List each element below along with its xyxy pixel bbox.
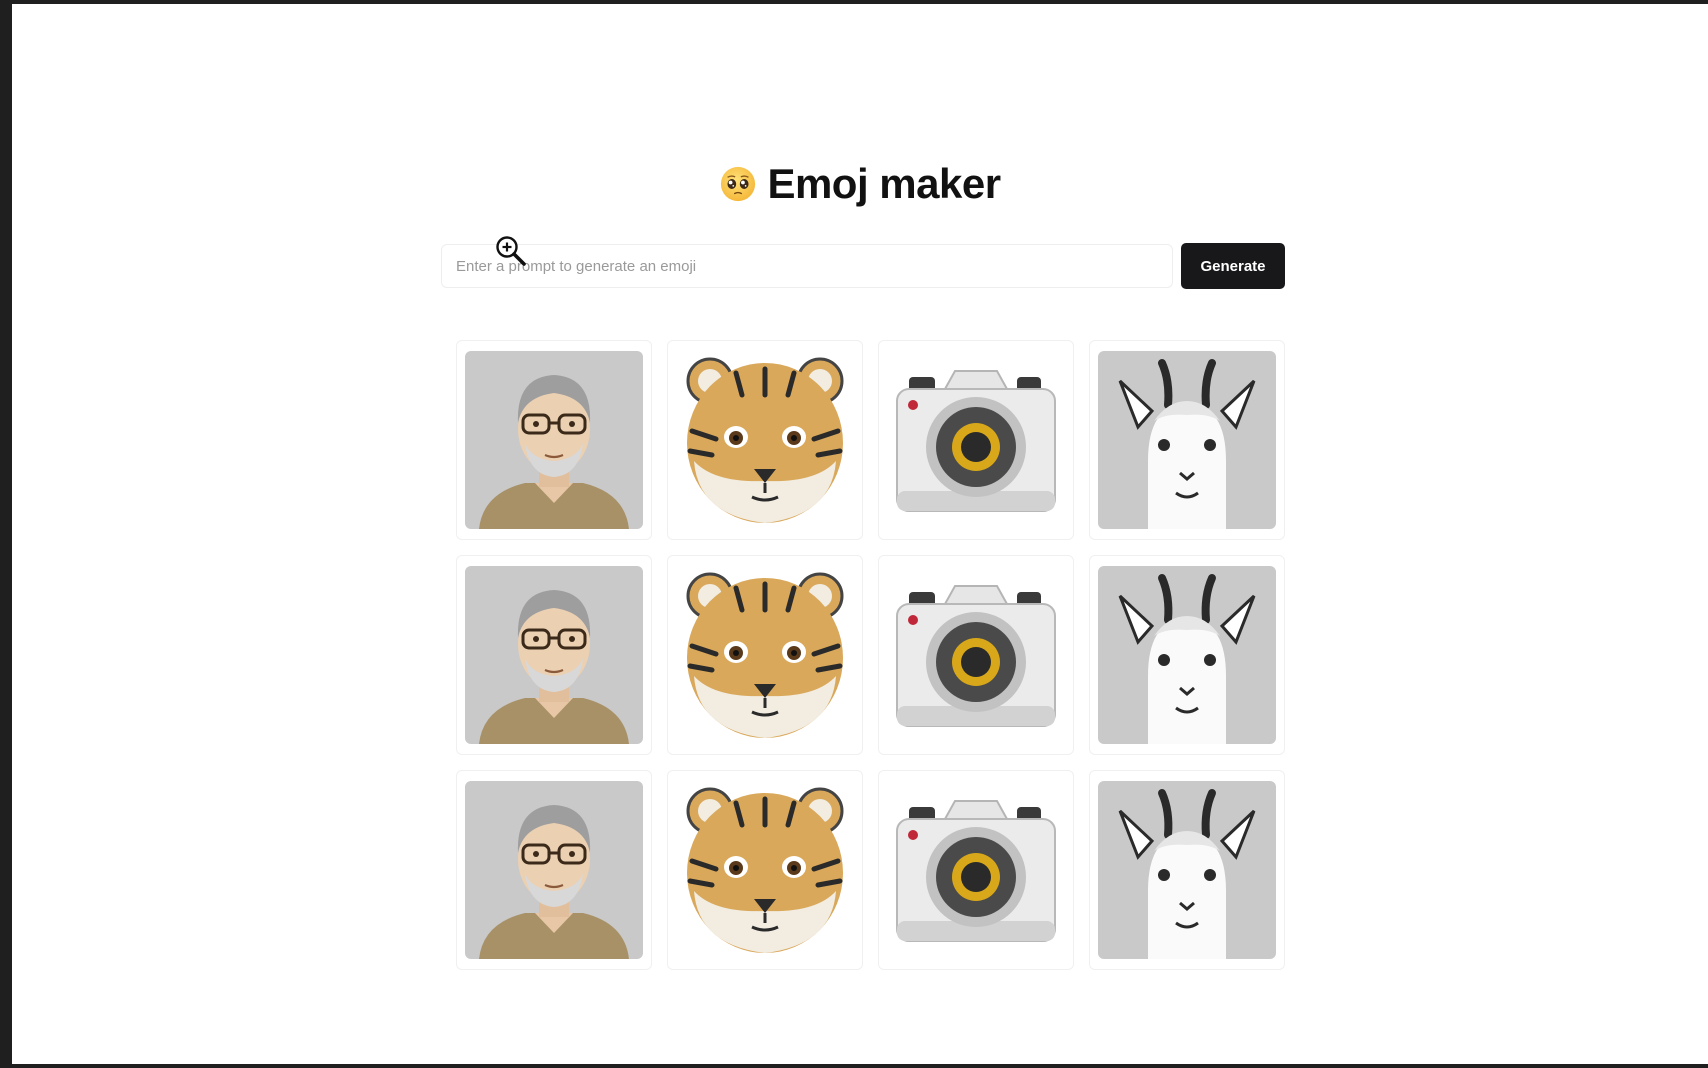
llama-face-emoji [1098, 781, 1276, 959]
emoji-card[interactable] [456, 340, 652, 540]
prompt-form: Generate [441, 242, 1285, 290]
camera-emoji [896, 370, 1056, 512]
man-with-glasses-emoji [465, 351, 643, 529]
emoji-card[interactable] [667, 770, 863, 970]
tiger-face-emoji [686, 787, 844, 953]
emoji-card[interactable] [1089, 770, 1285, 970]
man-with-glasses-emoji [465, 566, 643, 744]
llama-face-emoji [1098, 351, 1276, 529]
emoji-card[interactable] [878, 340, 1074, 540]
emoji-grid [456, 340, 1286, 970]
emoji-card[interactable] [878, 555, 1074, 755]
camera-emoji [896, 585, 1056, 727]
emoji-card[interactable] [1089, 340, 1285, 540]
pleading-face-icon [721, 166, 756, 202]
emoji-card[interactable] [456, 770, 652, 970]
man-with-glasses-emoji [465, 781, 643, 959]
page-header: Emoj maker [12, 156, 1708, 212]
emoji-card[interactable] [667, 340, 863, 540]
generate-button[interactable]: Generate [1181, 243, 1285, 289]
camera-emoji [896, 800, 1056, 942]
prompt-input[interactable] [441, 244, 1173, 288]
llama-face-emoji [1098, 566, 1276, 744]
emoji-maker-page: Emoj maker Generate [12, 4, 1708, 1064]
emoji-card[interactable] [1089, 555, 1285, 755]
tiger-face-emoji [686, 572, 844, 738]
page-title: Emoj maker [767, 160, 1001, 207]
emoji-card[interactable] [667, 555, 863, 755]
emoji-card[interactable] [456, 555, 652, 755]
tiger-face-emoji [686, 357, 844, 523]
app-window: Emoj maker Generate [12, 4, 1708, 1064]
emoji-card[interactable] [878, 770, 1074, 970]
